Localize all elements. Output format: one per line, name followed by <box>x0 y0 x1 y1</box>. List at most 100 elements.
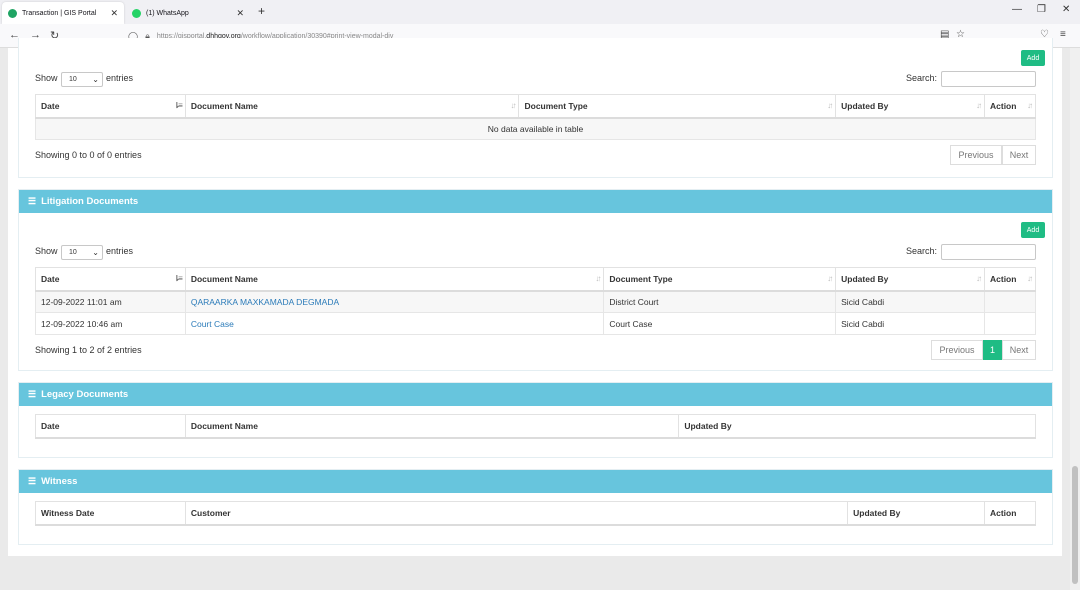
entries-label: entries <box>106 246 134 256</box>
close-tab-icon[interactable]: ✕ <box>110 8 118 19</box>
litigation-table: Date ⇂≡ Document Name ↓↑ Document Type ↓↑ U… <box>35 267 1036 335</box>
col-updated-by: Updated By <box>847 501 985 526</box>
tab-title: Transaction | GIS Portal <box>22 9 97 17</box>
table-info: Showing 1 to 2 of 2 entries <box>35 345 142 355</box>
scrollbar-thumb[interactable] <box>1072 466 1078 584</box>
search-input[interactable] <box>941 71 1036 87</box>
previous-button[interactable]: Previous <box>931 340 983 360</box>
cell-document-name: Court Case <box>184 312 605 335</box>
browser-tab-bar: Transaction | GIS Portal ✕ (1) WhatsApp … <box>0 0 1080 24</box>
cell-updated-by: Sicid Cabdi <box>835 312 985 335</box>
legacy-documents-section: ☰ Legacy Documents Date Document Name Up… <box>18 382 1053 458</box>
table-row: 12-09-2022 11:01 am QARAARKA MAXKAMADA D… <box>35 290 1036 313</box>
section-title: Witness <box>41 476 78 487</box>
section-title: Litigation Documents <box>41 196 139 207</box>
legacy-table: Date Document Name Updated By <box>35 414 1036 439</box>
document-link[interactable]: QARAARKA MAXKAMADA DEGMADA <box>191 297 339 307</box>
witness-table: Witness Date Customer Updated By Action <box>35 501 1037 526</box>
table-row: No data available in table <box>35 117 1036 140</box>
documents-table: Date ⇂≡ Document Name ↓↑ Document Type ↓↑ U… <box>35 94 1036 140</box>
page-length-value: 10 <box>69 76 77 83</box>
add-document-button[interactable]: Add <box>1021 50 1045 66</box>
next-button[interactable]: Next <box>1002 145 1036 165</box>
cell-date: 12-09-2022 11:01 am <box>35 290 186 313</box>
chevron-down-icon: ⌄ <box>92 75 99 84</box>
menu-icon[interactable]: ≡ <box>1060 29 1066 40</box>
previous-button[interactable]: Previous <box>950 145 1002 165</box>
search-input[interactable] <box>941 244 1036 260</box>
tab-whatsapp[interactable]: (1) WhatsApp ✕ <box>126 2 250 24</box>
col-action[interactable]: Action ↓↑ <box>984 267 1036 292</box>
col-document-type[interactable]: Document Type ↓↑ <box>518 94 837 119</box>
table-row: 12-09-2022 10:46 am Court Case Court Cas… <box>35 312 1036 335</box>
col-action: Action <box>983 501 1037 526</box>
window-close-icon[interactable]: ✕ <box>1062 4 1070 15</box>
sort-icon: ↓↑ <box>595 274 601 283</box>
col-customer: Customer <box>184 501 849 526</box>
next-button[interactable]: Next <box>1002 340 1036 360</box>
tab-title: (1) WhatsApp <box>146 9 189 17</box>
empty-table-message: No data available in table <box>35 117 1036 140</box>
add-litigation-button[interactable]: Add <box>1021 222 1045 238</box>
col-witness-date: Witness Date <box>35 501 186 526</box>
cell-document-type: Court Case <box>603 312 837 335</box>
page-1-button[interactable]: 1 <box>983 340 1002 360</box>
cell-document-type: District Court <box>603 290 837 313</box>
whatsapp-favicon <box>132 8 141 18</box>
entries-label: entries <box>106 73 134 83</box>
minimize-icon[interactable]: — <box>1012 4 1022 15</box>
col-date[interactable]: Date ⇂≡ <box>35 94 186 119</box>
col-document-name[interactable]: Document Name ↓↑ <box>184 94 520 119</box>
new-tab-icon[interactable]: + <box>258 4 265 18</box>
page-length-value: 10 <box>69 249 77 256</box>
list-icon: ☰ <box>28 389 37 399</box>
col-action[interactable]: Action ↓↑ <box>984 94 1036 119</box>
litigation-documents-section: ☰ Litigation Documents Add Show 10 ⌄ ent… <box>18 189 1053 371</box>
sort-desc-icon: ⇂≡ <box>173 274 182 283</box>
col-updated-by: Updated By <box>678 414 1036 439</box>
cell-updated-by: Sicid Cabdi <box>835 290 985 313</box>
restore-icon[interactable]: ❐ <box>1037 4 1046 15</box>
list-icon: ☰ <box>28 196 37 206</box>
sort-icon: ↓↑ <box>1027 101 1033 110</box>
tab-gis-portal[interactable]: Transaction | GIS Portal ✕ <box>2 2 124 24</box>
chevron-down-icon: ⌄ <box>92 248 99 257</box>
sort-desc-icon: ⇂≡ <box>173 101 182 110</box>
page-scrollbar[interactable] <box>1070 48 1080 590</box>
search-label: Search: <box>906 73 938 83</box>
show-label: Show <box>35 246 58 256</box>
pagination: Previous 1 Next <box>931 340 1036 360</box>
section-title: Legacy Documents <box>41 389 129 400</box>
sort-icon: ↓↑ <box>976 101 982 110</box>
show-label: Show <box>35 73 58 83</box>
search-label: Search: <box>906 246 938 256</box>
col-date[interactable]: Date ⇂≡ <box>35 267 186 292</box>
close-tab-icon[interactable]: ✕ <box>236 8 244 19</box>
sort-icon: ↓↑ <box>1027 274 1033 283</box>
cell-action <box>984 290 1036 313</box>
col-document-type[interactable]: Document Type ↓↑ <box>603 267 837 292</box>
col-updated-by[interactable]: Updated By ↓↑ <box>835 94 985 119</box>
witness-section: ☰ Witness Witness Date Customer Updated … <box>18 469 1053 545</box>
page-length-select[interactable]: 10 ⌄ <box>61 72 103 87</box>
section-header: ☰ Litigation Documents <box>19 190 1052 213</box>
section-header: ☰ Legacy Documents <box>19 383 1052 406</box>
page-viewport: Add Show 10 ⌄ entries Search: Date ⇂≡ Doc… <box>0 38 1080 590</box>
cell-document-name: QARAARKA MAXKAMADA DEGMADA <box>184 290 605 313</box>
sort-icon: ↓↑ <box>827 274 833 283</box>
col-document-name[interactable]: Document Name ↓↑ <box>184 267 605 292</box>
page-length-select[interactable]: 10 ⌄ <box>61 245 103 260</box>
section-header: ☰ Witness <box>19 470 1052 493</box>
document-link[interactable]: Court Case <box>191 319 234 329</box>
col-date: Date <box>35 414 186 439</box>
cell-action <box>984 312 1036 335</box>
sort-icon: ↓↑ <box>827 101 833 110</box>
cell-date: 12-09-2022 10:46 am <box>35 312 186 335</box>
sort-icon: ↓↑ <box>510 101 516 110</box>
documents-section: Add Show 10 ⌄ entries Search: Date ⇂≡ Doc… <box>18 38 1053 178</box>
pagination: Previous Next <box>950 145 1036 165</box>
table-info: Showing 0 to 0 of 0 entries <box>35 150 142 160</box>
gis-portal-favicon <box>8 8 17 18</box>
col-document-name: Document Name <box>184 414 680 439</box>
col-updated-by[interactable]: Updated By ↓↑ <box>835 267 985 292</box>
